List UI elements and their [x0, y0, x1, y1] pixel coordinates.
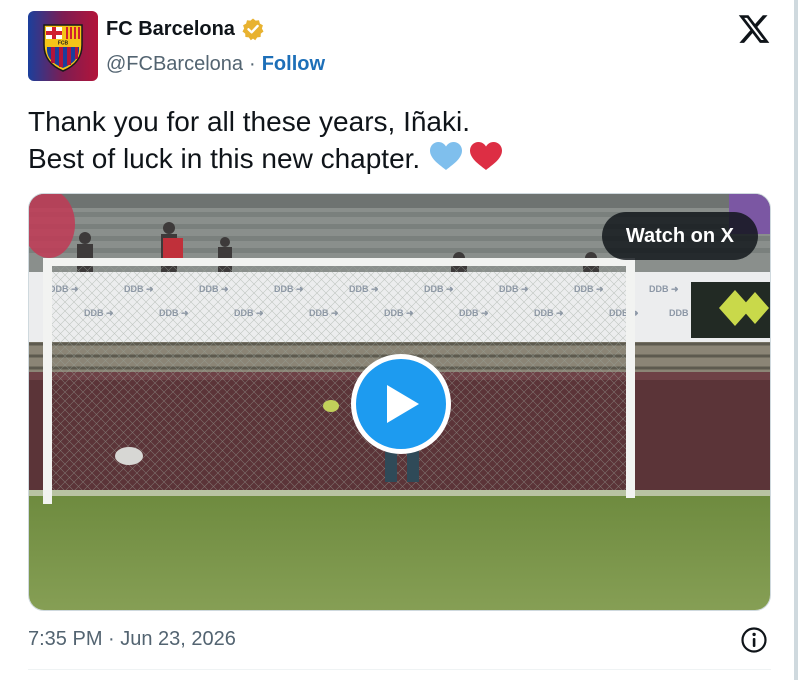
video-media[interactable]: DDB ➜DDB ➜DDB ➜ DDB ➜DDB ➜DDB ➜ DDB ➜DDB…: [28, 193, 771, 611]
x-logo-icon[interactable]: [737, 12, 771, 46]
right-border: [794, 0, 798, 680]
author-name[interactable]: FC Barcelona: [106, 18, 235, 41]
play-icon: [387, 385, 419, 423]
tweet-text: Thank you for all these years, Iñaki. Be…: [28, 104, 506, 181]
author-name-row: FC Barcelona: [106, 17, 265, 41]
play-button[interactable]: [351, 354, 451, 454]
timestamp[interactable]: 7:35 PM · Jun 23, 2026: [28, 628, 236, 651]
svg-text:DDB ➜: DDB ➜: [649, 284, 679, 294]
separator-dot: ·: [249, 53, 256, 75]
follow-button[interactable]: Follow: [262, 53, 325, 76]
red-heart-icon: [470, 142, 503, 170]
author-handle[interactable]: @FCBarcelona: [106, 53, 243, 76]
author-handle-row: @FCBarcelona · Follow: [106, 53, 325, 76]
verified-badge-icon: [241, 17, 265, 41]
fcb-crest-icon: FCB: [28, 11, 98, 81]
hearts-emoji: [428, 140, 506, 181]
tweet-line-1: Thank you for all these years, Iñaki.: [28, 106, 470, 137]
avatar[interactable]: FCB: [28, 11, 98, 81]
watch-on-x-button[interactable]: Watch on X: [601, 212, 758, 260]
tweet-line-2: Best of luck in this new chapter.: [28, 140, 506, 181]
light-blue-heart-icon: [430, 142, 463, 170]
tweet-line-2-text: Best of luck in this new chapter.: [28, 143, 421, 174]
svg-text:FCB: FCB: [58, 41, 69, 47]
divider: [28, 669, 771, 670]
info-icon[interactable]: [740, 626, 768, 654]
